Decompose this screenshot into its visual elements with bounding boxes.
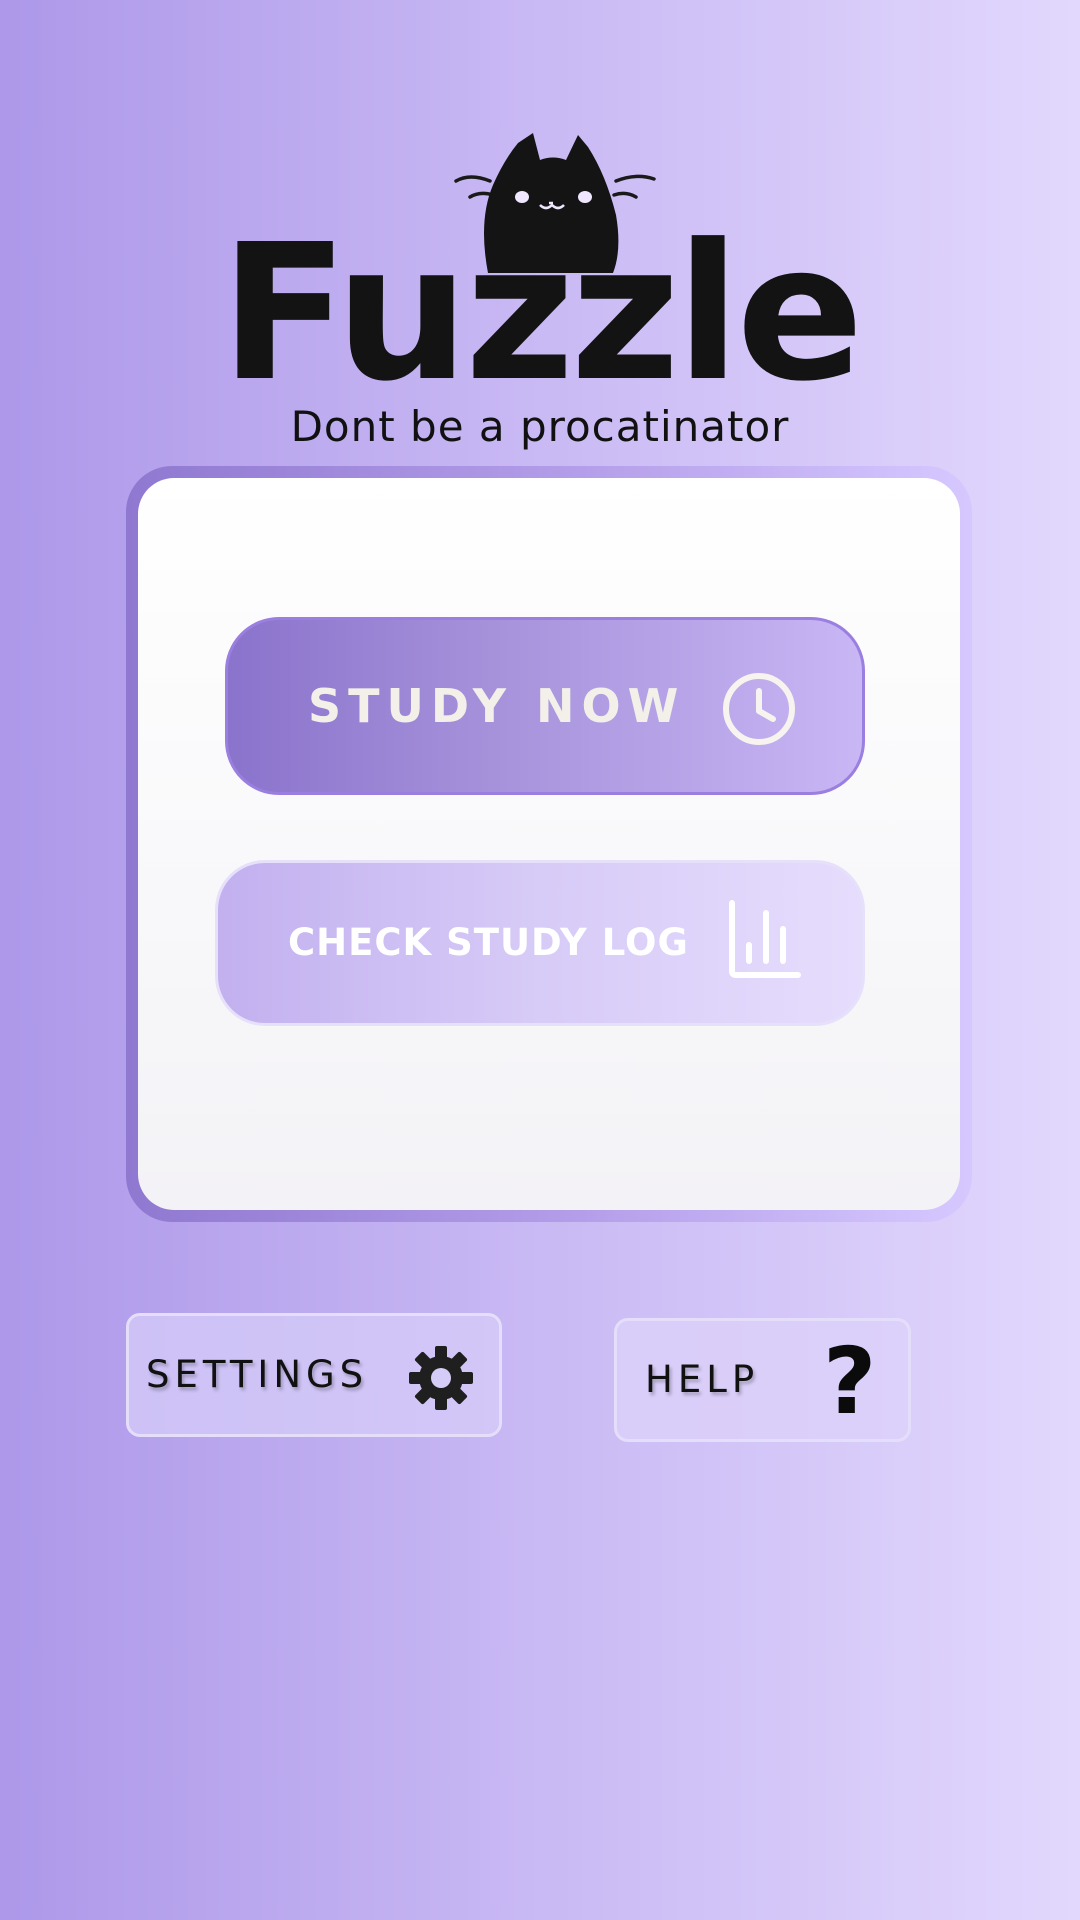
- check-study-log-button[interactable]: CHECK STUDY LOG: [215, 860, 865, 1026]
- app-title: Fuzzle: [220, 204, 864, 423]
- help-button[interactable]: HELP ?: [614, 1318, 911, 1442]
- study-now-label: STUDY NOW: [308, 679, 686, 733]
- gear-icon: [409, 1346, 473, 1410]
- main-card: [126, 466, 972, 1222]
- main-card-inner: [138, 478, 960, 1210]
- settings-label: SETTINGS: [146, 1353, 369, 1396]
- tagline: Dont be a procatinator: [290, 402, 790, 451]
- bar-chart-icon: [729, 900, 801, 978]
- settings-button[interactable]: SETTINGS: [126, 1313, 502, 1437]
- study-now-button[interactable]: STUDY NOW: [225, 617, 865, 795]
- app-logo: Fuzzle: [0, 125, 1080, 408]
- question-mark-icon: ?: [823, 1328, 877, 1435]
- check-study-log-label: CHECK STUDY LOG: [288, 921, 689, 964]
- clock-icon: [723, 673, 795, 745]
- help-label: HELP: [645, 1358, 760, 1401]
